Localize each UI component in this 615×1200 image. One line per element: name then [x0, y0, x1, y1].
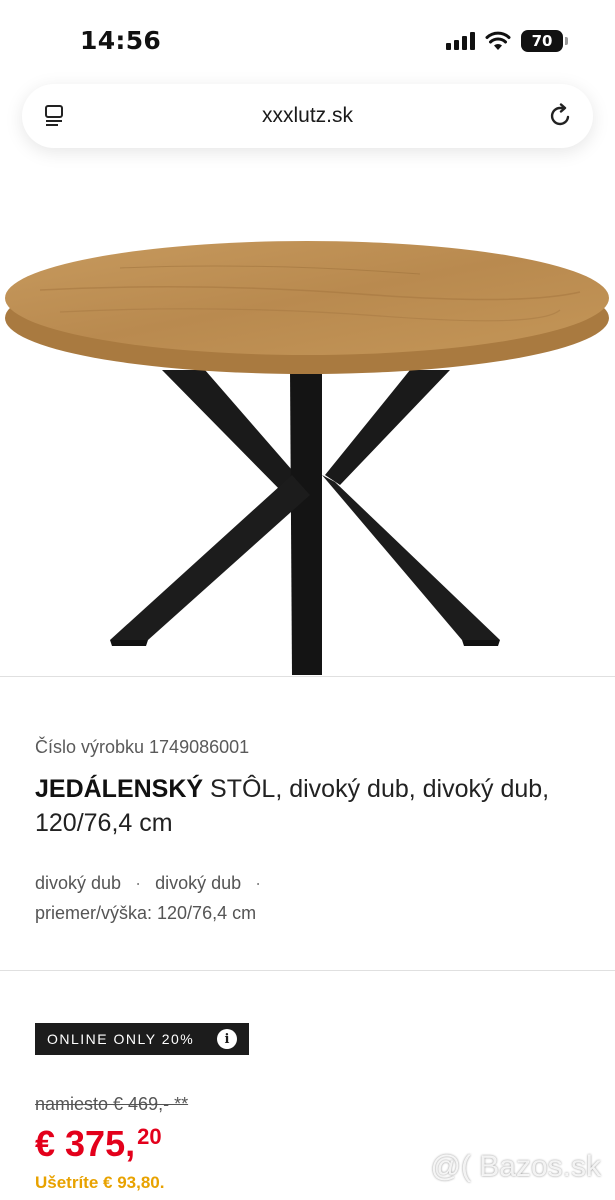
section-divider [0, 676, 615, 677]
savings-text: Ušetríte € 93,80. [35, 1173, 165, 1192]
status-bar: 14:56 70 [0, 0, 615, 84]
old-price: namiesto € 469,- ** [35, 1094, 189, 1114]
battery-level: 70 [531, 32, 553, 50]
wifi-icon [485, 31, 511, 50]
product-title: JEDÁLENSKÝ STÔL, divoký dub, divoký dub,… [35, 772, 595, 840]
product-attributes: divoký dub · divoký dub · priemer/výška: 12… [35, 868, 261, 928]
attribute-separator: · [135, 873, 142, 893]
section-divider [0, 970, 615, 971]
attribute-separator: · [255, 873, 262, 893]
attribute-row: divoký dub · divoký dub · [35, 868, 261, 898]
battery-icon: 70 [521, 30, 568, 52]
online-only-badge: ONLINE ONLY 20% i [35, 1023, 249, 1055]
reload-icon[interactable] [547, 103, 573, 129]
watermark: @( Bazos.sk [430, 1150, 602, 1183]
address-bar[interactable]: xxxlutz.sk [22, 84, 593, 148]
product-number: Číslo výrobku 1749086001 [35, 737, 250, 757]
price-cents: 20 [137, 1124, 162, 1149]
url-text[interactable]: xxxlutz.sk [262, 104, 353, 128]
status-time: 14:56 [80, 26, 162, 55]
status-icons: 70 [446, 30, 568, 52]
attribute-finish: divoký dub [155, 873, 242, 893]
product-title-bold: JEDÁLENSKÝ [35, 775, 204, 803]
attribute-dimensions: priemer/výška: 120/76,4 cm [35, 903, 257, 923]
info-icon[interactable]: i [217, 1029, 237, 1049]
attribute-color: divoký dub [35, 873, 122, 893]
signal-icon [446, 32, 475, 50]
product-image[interactable] [0, 220, 615, 690]
current-price: € 375, 20 [35, 1124, 162, 1164]
price-main: € 375, [35, 1123, 136, 1164]
tabs-icon[interactable] [44, 105, 66, 129]
online-only-label: ONLINE ONLY 20% [47, 1031, 195, 1047]
